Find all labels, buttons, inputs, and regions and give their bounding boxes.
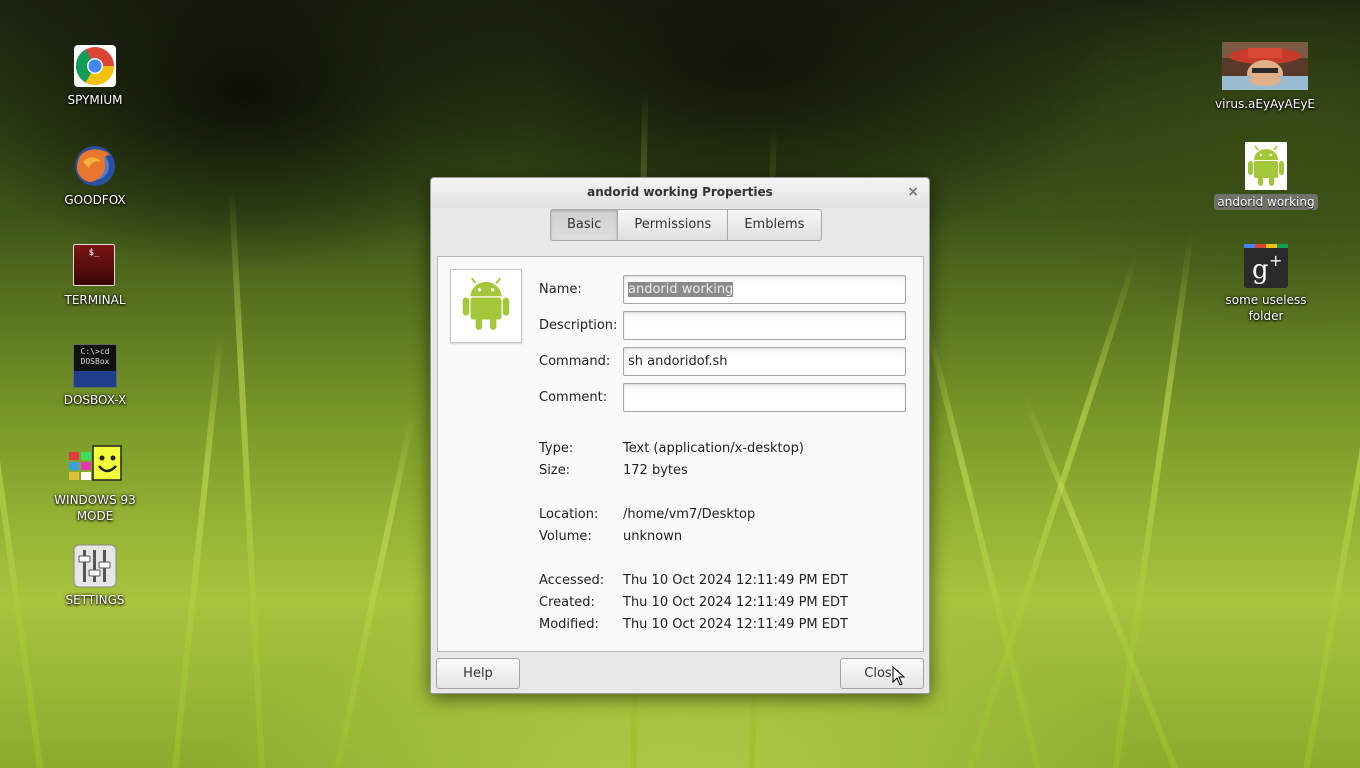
desktop-icon-label: SPYMIUM	[67, 93, 123, 107]
desktop-icon-some-useless-folder[interactable]: g + some useless folder	[1218, 244, 1314, 324]
command-label: Command:	[539, 354, 611, 369]
close-button[interactable]: Close	[840, 658, 924, 689]
command-field[interactable]: sh andoridof.sh	[623, 347, 906, 376]
android-icon	[1245, 142, 1287, 190]
desktop-icon-terminal[interactable]: $_ TERMINAL	[47, 244, 143, 308]
type-value: Text (application/x-desktop)	[623, 441, 804, 456]
help-button[interactable]: Help	[436, 658, 520, 689]
sliders-icon	[73, 544, 117, 588]
comment-label: Comment:	[539, 390, 608, 405]
image-thumbnail-icon	[1222, 42, 1308, 90]
modified-label: Modified:	[539, 617, 599, 632]
chrome-icon	[73, 44, 117, 88]
desktop-icon-label: virus.aEyAyAEyE	[1214, 97, 1316, 111]
svg-text:+: +	[1269, 251, 1282, 270]
created-value: Thu 10 Oct 2024 12:11:49 PM EDT	[623, 595, 848, 610]
description-field[interactable]	[623, 311, 906, 340]
created-label: Created:	[539, 595, 595, 610]
desktop-icon-settings[interactable]: SETTINGS	[47, 544, 143, 608]
volume-value: unknown	[623, 529, 683, 544]
comment-field[interactable]	[623, 383, 906, 412]
android-icon	[458, 273, 514, 339]
desktop-icon-label: some useless folder	[1225, 293, 1307, 323]
tab-basic[interactable]: Basic	[550, 209, 619, 241]
desktop-icon-spymium[interactable]: SPYMIUM	[47, 44, 143, 108]
properties-dialog: andorid working Properties × Basic Permi…	[430, 177, 930, 694]
file-icon-button[interactable]	[450, 269, 522, 343]
name-label: Name:	[539, 282, 582, 297]
close-icon[interactable]: ×	[907, 178, 919, 206]
desktop-icon-label: TERMINAL	[64, 293, 126, 307]
location-value: /home/vm7/Desktop	[623, 507, 756, 522]
mouse-cursor-icon	[892, 665, 906, 690]
desktop-icon-label: GOODFOX	[64, 193, 126, 207]
desktop-icon-label: SETTINGS	[65, 593, 125, 607]
dialog-titlebar[interactable]: andorid working Properties ×	[431, 178, 929, 208]
tab-emblems[interactable]: Emblems	[727, 209, 822, 241]
tab-bar: Basic Permissions Emblems	[550, 209, 822, 241]
firefox-icon	[73, 144, 117, 188]
volume-label: Volume:	[539, 529, 592, 544]
desktop-icon-label: andorid working	[1214, 194, 1318, 210]
basic-tab-panel: Name: andorid working Description: Comma…	[437, 256, 924, 652]
desktop-icon-windows93[interactable]: WINDOWS 93 MODE	[47, 444, 143, 524]
accessed-value: Thu 10 Oct 2024 12:11:49 PM EDT	[623, 573, 848, 588]
dialog-title: andorid working Properties	[587, 185, 773, 199]
accessed-label: Accessed:	[539, 573, 605, 588]
desktop-icon-andorid-working[interactable]: andorid working	[1212, 142, 1320, 210]
name-field-value: andorid working	[628, 282, 734, 297]
description-label: Description:	[539, 318, 618, 333]
dosbox-icon: C:\>cd DOSBox	[73, 344, 117, 388]
tab-permissions[interactable]: Permissions	[617, 209, 729, 241]
modified-value: Thu 10 Oct 2024 12:11:49 PM EDT	[623, 617, 848, 632]
desktop-icon-label: WINDOWS 93 MODE	[54, 493, 136, 523]
windows93-icon	[69, 444, 122, 488]
location-label: Location:	[539, 507, 599, 522]
google-plus-icon: g +	[1244, 244, 1288, 288]
size-label: Size:	[539, 463, 571, 478]
svg-text:g: g	[1252, 255, 1269, 285]
desktop-icon-virus[interactable]: virus.aEyAyAEyE	[1215, 42, 1315, 112]
desktop-icon-label: DOSBOX-X	[63, 393, 127, 407]
desktop-icon-dosbox[interactable]: C:\>cd DOSBox DOSBOX-X	[47, 344, 143, 408]
size-value: 172 bytes	[623, 463, 688, 478]
type-label: Type:	[539, 441, 574, 456]
terminal-icon: $_	[73, 244, 117, 288]
desktop-icon-goodfox[interactable]: GOODFOX	[47, 144, 143, 208]
name-field[interactable]: andorid working	[623, 275, 906, 304]
